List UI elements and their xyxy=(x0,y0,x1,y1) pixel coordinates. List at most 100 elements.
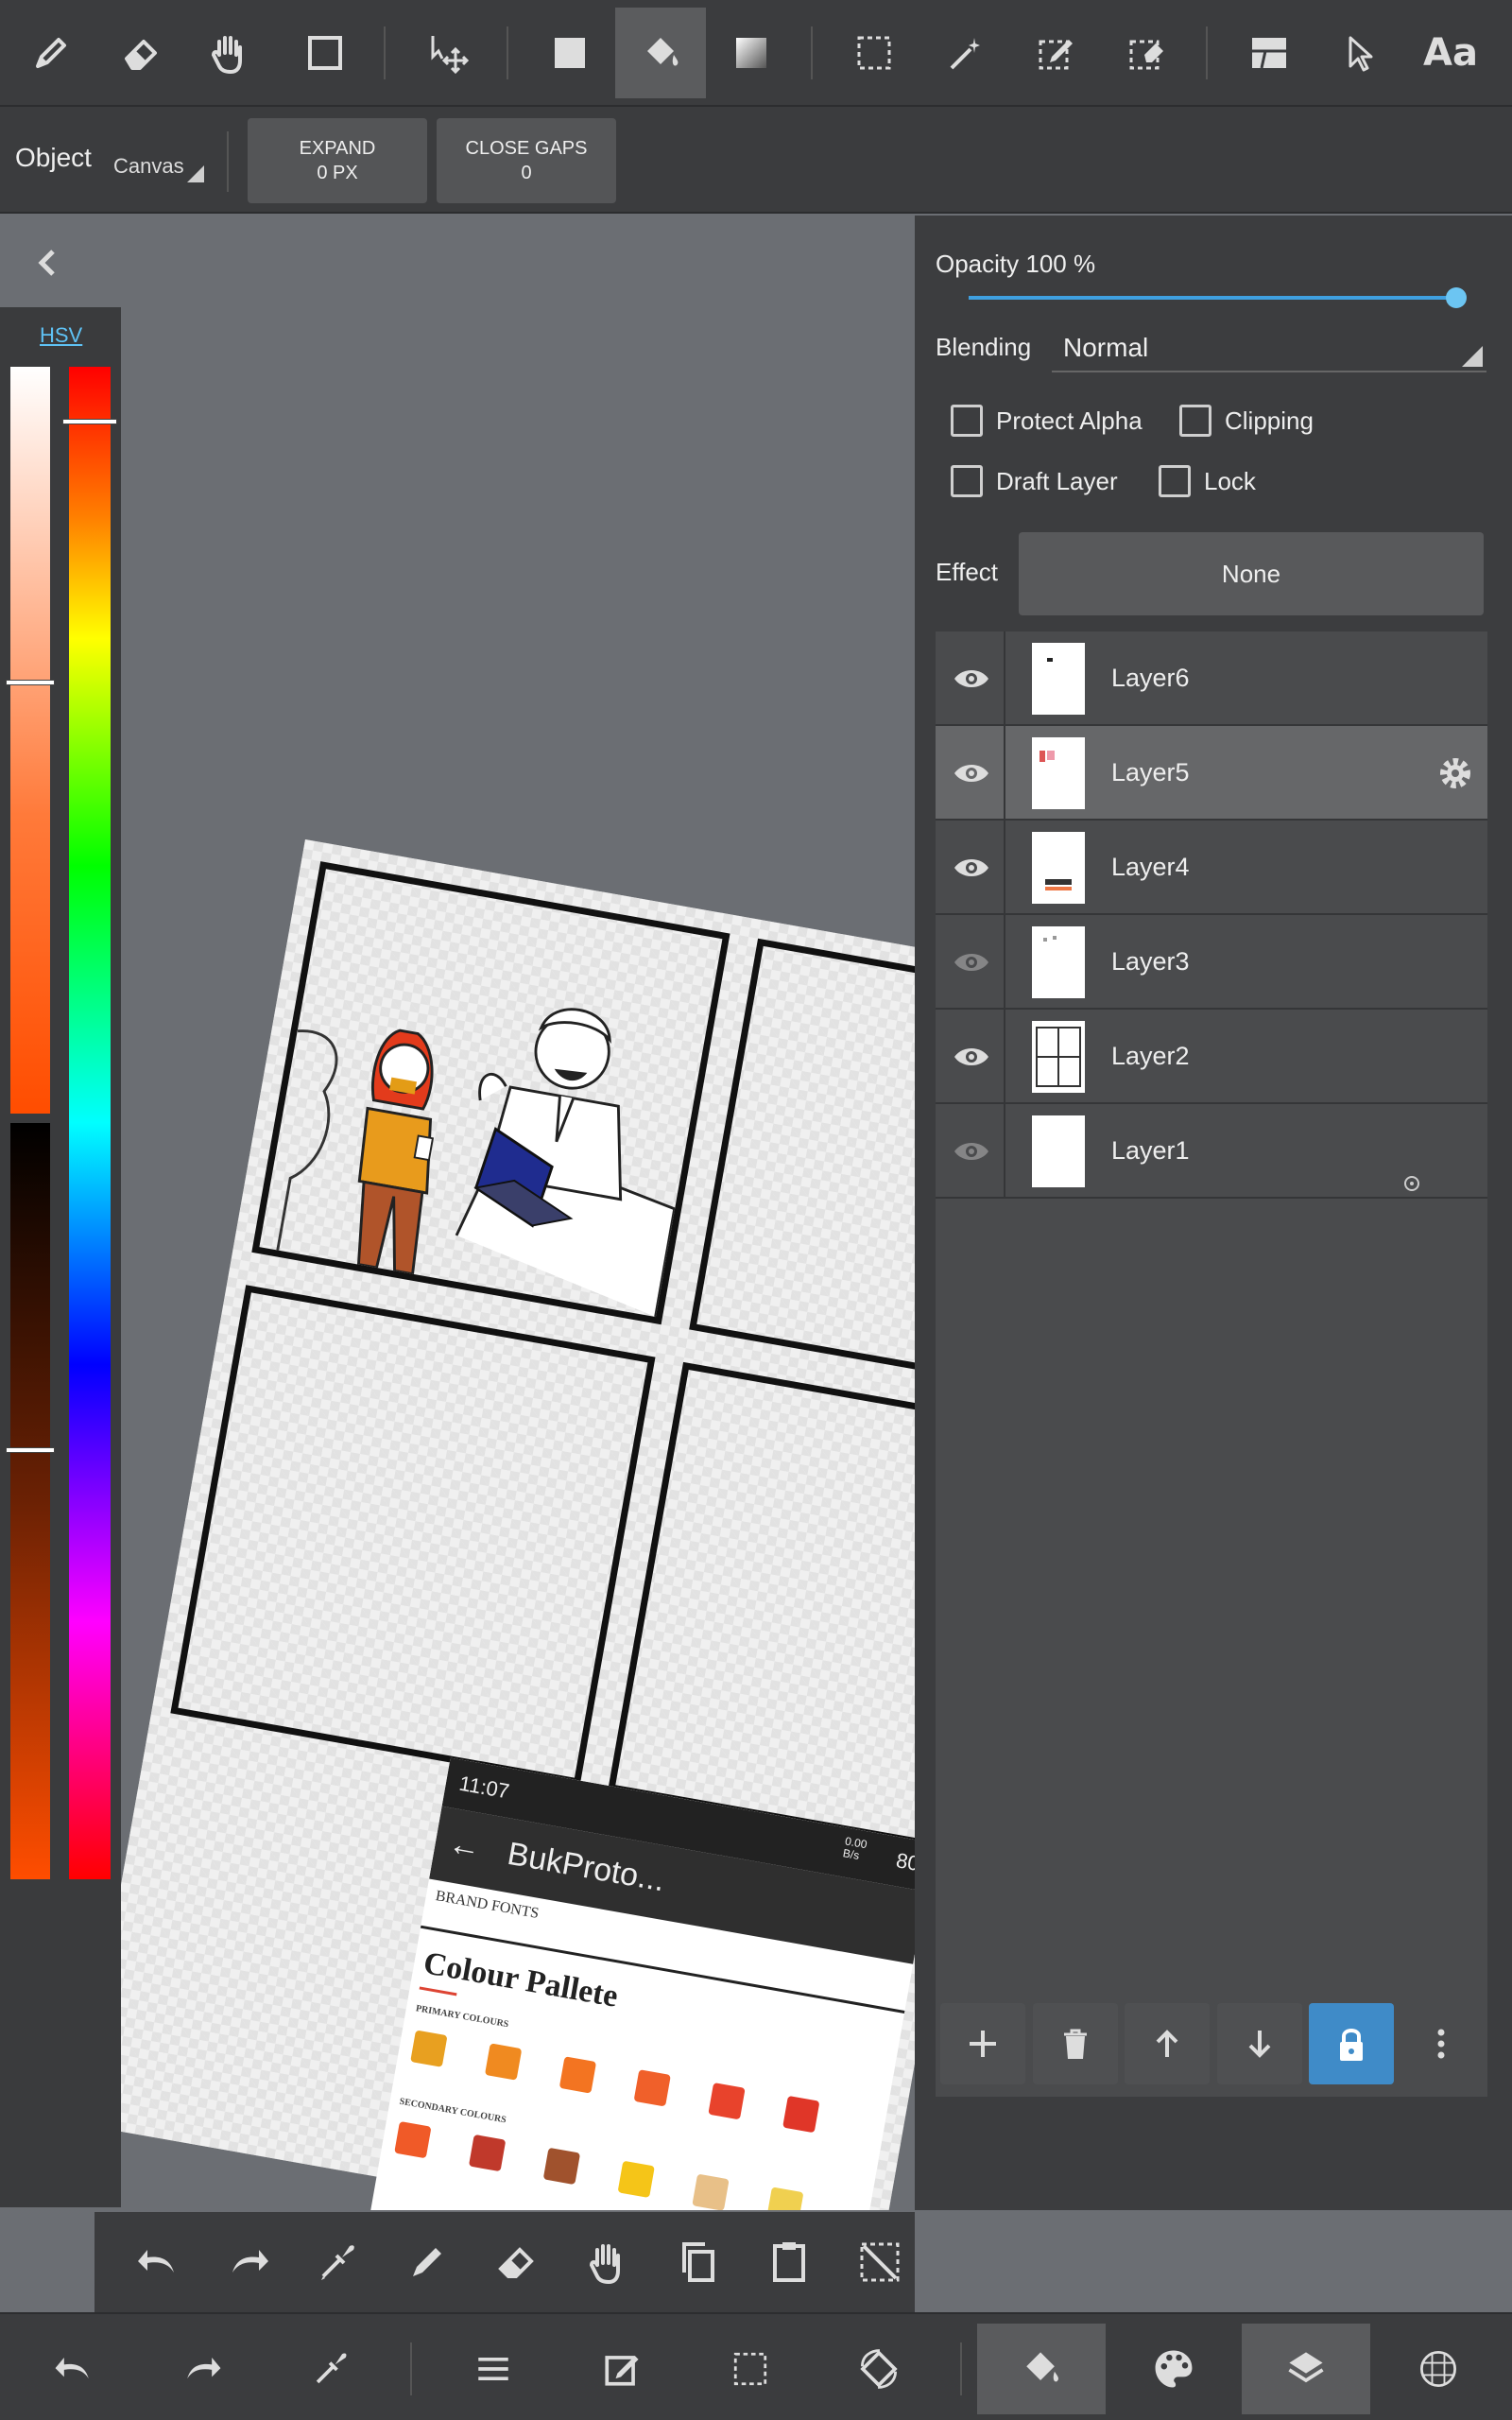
eye-icon[interactable] xyxy=(953,1038,990,1076)
move-tool-button[interactable] xyxy=(403,8,493,98)
layer-row[interactable]: Layer6 xyxy=(936,631,1487,726)
undo-bottom-button[interactable] xyxy=(9,2324,138,2414)
select-eraser-tool-button[interactable] xyxy=(1101,8,1192,98)
eyedropper-bottom-button[interactable] xyxy=(266,2324,395,2414)
saturation-marker[interactable] xyxy=(7,680,54,684)
protect-alpha-checkbox[interactable]: Protect Alpha xyxy=(951,405,1143,437)
copy-button[interactable] xyxy=(673,2237,724,2288)
pen-quick-button[interactable] xyxy=(402,2237,453,2288)
delete-layer-button[interactable] xyxy=(1033,2003,1118,2084)
hand-quick-button[interactable] xyxy=(582,2237,633,2288)
move-layer-up-button[interactable] xyxy=(1125,2003,1210,2084)
value-gradient[interactable] xyxy=(10,1123,50,1879)
layer-row[interactable]: Layer2 xyxy=(936,1010,1487,1104)
close-gaps-button[interactable]: CLOSE GAPS 0 xyxy=(437,118,616,203)
add-layer-button[interactable] xyxy=(940,2003,1025,2084)
effect-button[interactable]: None xyxy=(1019,532,1484,615)
eye-icon[interactable] xyxy=(953,660,990,698)
colour-swatch xyxy=(692,2173,730,2210)
undo-icon xyxy=(138,2250,174,2273)
rectangle-tool-button[interactable] xyxy=(280,8,370,98)
opacity-slider-track[interactable] xyxy=(969,296,1460,300)
layer-thumbnail xyxy=(1032,926,1085,998)
move-layer-down-button[interactable] xyxy=(1217,2003,1302,2084)
arrow-up-icon xyxy=(1156,2030,1178,2057)
bucket-tool-button[interactable] xyxy=(615,8,706,98)
layer-more-button[interactable] xyxy=(1399,2003,1484,2084)
checkbox-box[interactable] xyxy=(1179,405,1211,437)
grid-button[interactable] xyxy=(1374,2324,1503,2414)
select-pen-tool-button[interactable] xyxy=(1010,8,1101,98)
opacity-slider-knob[interactable] xyxy=(1446,287,1467,308)
colour-swatch xyxy=(633,2069,671,2107)
eraser-quick-button[interactable] xyxy=(491,2237,542,2288)
canvas-page[interactable]: 11:07 0.00 B/s 80 ← BukProto... BRAND FO… xyxy=(121,839,915,2210)
transform-button[interactable] xyxy=(815,2324,943,2414)
checkbox-box[interactable] xyxy=(951,405,983,437)
layer-row[interactable]: Layer1 xyxy=(936,1104,1487,1199)
eyedropper-icon xyxy=(321,2245,354,2280)
canvas-area[interactable]: 11:07 0.00 B/s 80 ← BukProto... BRAND FO… xyxy=(121,216,915,2210)
object-select[interactable]: Canvas xyxy=(113,148,204,186)
menu-button[interactable] xyxy=(429,2324,558,2414)
layer-row-selected[interactable]: Layer5 xyxy=(936,726,1487,821)
eyedropper-button[interactable] xyxy=(312,2237,363,2288)
hand-icon xyxy=(589,2244,620,2285)
pointer-tool-button[interactable] xyxy=(1314,8,1405,98)
arrow-down-icon xyxy=(1248,2031,1271,2058)
layer-name: Layer4 xyxy=(1111,853,1190,881)
bucket-icon xyxy=(647,38,679,66)
protect-alpha-label: Protect Alpha xyxy=(996,406,1143,435)
redo-bottom-button[interactable] xyxy=(138,2324,266,2414)
saturation-value-slider[interactable] xyxy=(7,367,54,1879)
redo-icon xyxy=(232,2250,268,2273)
hsv-mode-link[interactable]: HSV xyxy=(40,323,82,348)
select-rect-tool-button[interactable] xyxy=(829,8,919,98)
layer-thumbnail xyxy=(1032,737,1085,809)
eye-icon[interactable] xyxy=(953,754,990,792)
eraser-tool-button[interactable] xyxy=(96,8,187,98)
saturation-gradient[interactable] xyxy=(10,367,50,1114)
eraser-icon xyxy=(498,2247,534,2278)
checkbox-box[interactable] xyxy=(951,465,983,497)
palette-button[interactable] xyxy=(1109,2324,1238,2414)
eye-hidden-icon[interactable] xyxy=(953,1132,990,1170)
undo-button[interactable] xyxy=(132,2237,183,2288)
draft-layer-checkbox[interactable]: Draft Layer xyxy=(951,465,1118,497)
pen-tool-button[interactable] xyxy=(6,8,96,98)
hue-slider[interactable] xyxy=(63,367,116,1879)
layers-button[interactable] xyxy=(1242,2324,1370,2414)
hue-marker[interactable] xyxy=(63,420,116,424)
chevron-left-icon[interactable] xyxy=(28,244,66,282)
panel-tool-button[interactable] xyxy=(1224,8,1314,98)
value-marker[interactable] xyxy=(7,1448,54,1452)
gradient-tool-button[interactable] xyxy=(706,8,797,98)
bucket-bottom-button[interactable] xyxy=(977,2324,1106,2414)
colour-swatch xyxy=(410,2030,448,2067)
edit-button[interactable] xyxy=(558,2324,686,2414)
blending-select[interactable]: Normal xyxy=(1052,323,1486,372)
checkbox-box[interactable] xyxy=(1159,465,1191,497)
expand-button[interactable]: EXPAND 0 PX xyxy=(248,118,427,203)
hand-tool-button[interactable] xyxy=(183,8,274,98)
fill-rect-tool-button[interactable] xyxy=(524,8,615,98)
pen-icon xyxy=(413,2248,441,2276)
selection-button[interactable] xyxy=(686,2324,815,2414)
eye-icon[interactable] xyxy=(953,849,990,887)
magic-wand-tool-button[interactable] xyxy=(919,8,1010,98)
layer-row[interactable]: Layer4 xyxy=(936,821,1487,915)
clipping-checkbox[interactable]: Clipping xyxy=(1179,405,1314,437)
eye-hidden-icon[interactable] xyxy=(953,943,990,981)
lock-icon xyxy=(1340,2029,1363,2061)
lock-layer-button[interactable] xyxy=(1309,2003,1394,2084)
lock-checkbox[interactable]: Lock xyxy=(1159,465,1256,497)
secondary-colours-label: SECONDARY COLOURS xyxy=(398,2096,507,2126)
redo-button[interactable] xyxy=(223,2237,274,2288)
paste-button[interactable] xyxy=(764,2237,815,2288)
layer-row[interactable]: Layer3 xyxy=(936,915,1487,1010)
colour-swatch xyxy=(617,2160,655,2199)
deselect-button[interactable] xyxy=(854,2237,905,2288)
text-tool-button[interactable]: Aa xyxy=(1405,8,1496,98)
dropdown-triangle-icon xyxy=(187,165,204,182)
gear-icon[interactable] xyxy=(1436,754,1474,792)
